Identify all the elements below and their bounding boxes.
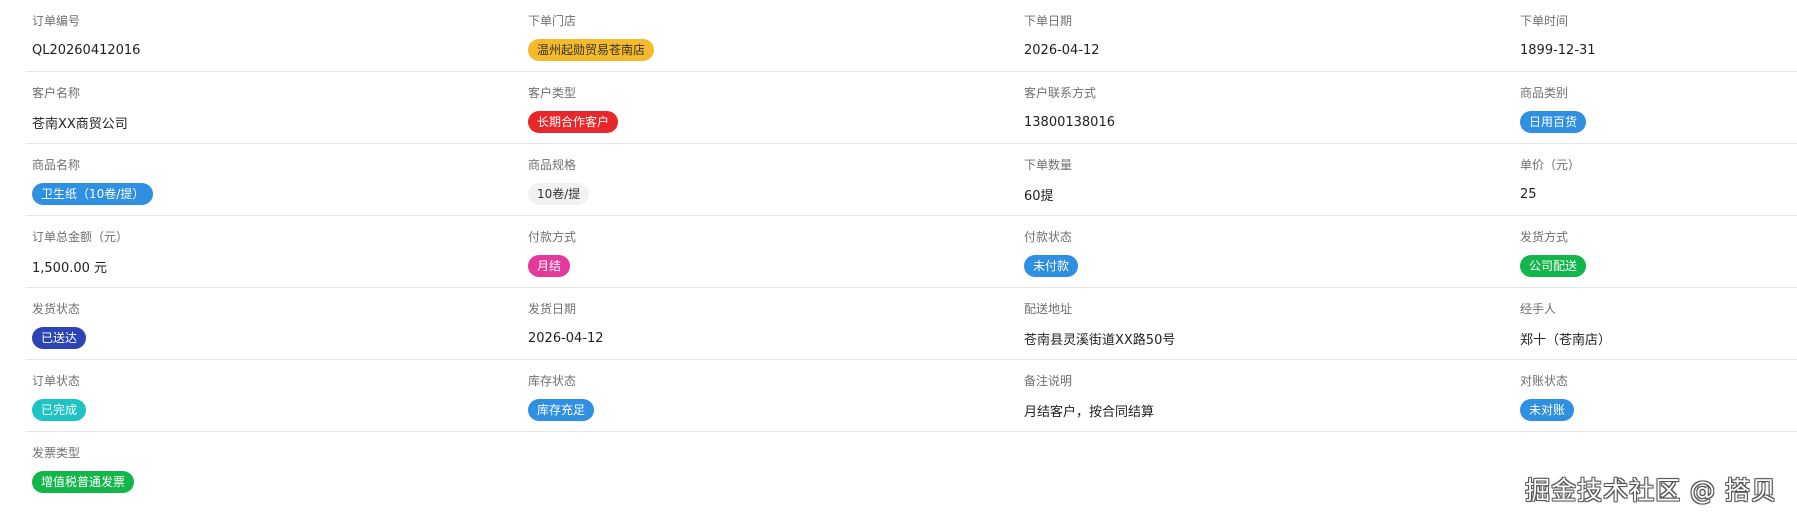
spec-tag: 10卷/提 — [528, 183, 590, 205]
field-value: 苍南县灵溪街道XX路50号 — [1024, 332, 1176, 348]
field-value: 月结客户，按合同结算 — [1024, 404, 1155, 420]
field-label: 商品规格 — [528, 158, 577, 172]
watermark: 掘金技术社区 @ 搭贝 — [1525, 476, 1777, 505]
field-label: 订单编号 — [32, 14, 81, 28]
field-label: 客户联系方式 — [1024, 86, 1097, 100]
field-product-spec: 商品规格 10卷/提 — [522, 144, 1018, 215]
field-stock-status: 库存状态 库存充足 — [522, 360, 1018, 431]
field-handler: 经手人 郑十（苍南店） — [1514, 288, 1797, 359]
field-invoice-type: 发票类型 增值税普通发票 — [26, 432, 309, 504]
field-order-quantity: 下单数量 60提 — [1018, 144, 1514, 215]
field-label: 商品名称 — [32, 158, 81, 172]
field-customer-name: 客户名称 苍南XX商贸公司 — [26, 72, 522, 143]
field-label: 客户类型 — [528, 86, 577, 100]
field-remarks: 备注说明 月结客户，按合同结算 — [1018, 360, 1514, 431]
field-label: 付款状态 — [1024, 230, 1073, 244]
detail-row: 发货状态 已送达 发货日期 2026-04-12 配送地址 苍南县灵溪街道XX路… — [26, 288, 1797, 360]
field-label: 付款方式 — [528, 230, 577, 244]
order-detail-grid: 订单编号 QL20260412016 下单门店 温州起勋贸易苍南店 下单日期 2… — [26, 0, 1797, 504]
field-customer-type: 客户类型 长期合作客户 — [522, 72, 1018, 143]
detail-row: 订单总金额（元） 1,500.00 元 付款方式 月结 付款状态 未付款 发货方… — [26, 216, 1797, 288]
detail-row: 商品名称 卫生纸（10卷/提） 商品规格 10卷/提 下单数量 60提 单价（元… — [26, 144, 1797, 216]
payment-status-tag: 未付款 — [1024, 255, 1079, 277]
stock-status-tag: 库存充足 — [528, 399, 595, 421]
field-label: 单价（元） — [1520, 158, 1581, 172]
field-value: 1,500.00 元 — [32, 260, 108, 276]
field-order-time: 下单时间 1899-12-31 — [1514, 0, 1797, 71]
field-label: 下单门店 — [528, 14, 577, 28]
field-order-number: 订单编号 QL20260412016 — [26, 0, 522, 71]
detail-row: 订单状态 已完成 库存状态 库存充足 备注说明 月结客户，按合同结算 对账状态 … — [26, 360, 1797, 432]
field-label: 经手人 — [1520, 302, 1557, 316]
field-label: 订单总金额（元） — [32, 230, 129, 244]
field-label: 发货日期 — [528, 302, 577, 316]
field-label: 下单数量 — [1024, 158, 1073, 172]
field-value: 郑十（苍南店） — [1520, 332, 1612, 348]
field-label: 下单日期 — [1024, 14, 1073, 28]
field-reconciliation-status: 对账状态 未对账 — [1514, 360, 1797, 431]
reconciliation-status-tag: 未对账 — [1520, 399, 1575, 421]
field-value: 25 — [1520, 186, 1537, 202]
field-order-status: 订单状态 已完成 — [26, 360, 522, 431]
field-label: 客户名称 — [32, 86, 81, 100]
field-payment-method: 付款方式 月结 — [522, 216, 1018, 287]
field-value: 13800138016 — [1024, 114, 1115, 130]
field-unit-price: 单价（元） 25 — [1514, 144, 1797, 215]
shipping-method-tag: 公司配送 — [1520, 255, 1587, 277]
shipping-status-tag: 已送达 — [32, 327, 87, 349]
field-label: 对账状态 — [1520, 374, 1569, 388]
field-value: 2026-04-12 — [1024, 42, 1100, 58]
field-value: 60提 — [1024, 188, 1054, 204]
field-label: 商品类别 — [1520, 86, 1569, 100]
field-customer-contact: 客户联系方式 13800138016 — [1018, 72, 1514, 143]
field-label: 发票类型 — [32, 446, 81, 460]
field-label: 下单时间 — [1520, 14, 1569, 28]
field-total-amount: 订单总金额（元） 1,500.00 元 — [26, 216, 522, 287]
field-label: 备注说明 — [1024, 374, 1073, 388]
payment-method-tag: 月结 — [528, 255, 571, 277]
field-value: 1899-12-31 — [1520, 42, 1596, 58]
field-value: 苍南XX商贸公司 — [32, 116, 128, 132]
field-label: 配送地址 — [1024, 302, 1073, 316]
field-order-date: 下单日期 2026-04-12 — [1018, 0, 1514, 71]
field-value: 2026-04-12 — [528, 330, 604, 346]
field-label: 发货方式 — [1520, 230, 1569, 244]
field-value: QL20260412016 — [32, 42, 141, 58]
customer-type-tag: 长期合作客户 — [528, 111, 619, 133]
field-order-store: 下单门店 温州起勋贸易苍南店 — [522, 0, 1018, 71]
field-payment-status: 付款状态 未付款 — [1018, 216, 1514, 287]
field-shipping-date: 发货日期 2026-04-12 — [522, 288, 1018, 359]
order-status-tag: 已完成 — [32, 399, 87, 421]
field-label: 库存状态 — [528, 374, 577, 388]
field-label: 发货状态 — [32, 302, 81, 316]
invoice-type-tag: 增值税普通发票 — [32, 471, 135, 493]
field-shipping-method: 发货方式 公司配送 — [1514, 216, 1797, 287]
detail-row: 订单编号 QL20260412016 下单门店 温州起勋贸易苍南店 下单日期 2… — [26, 0, 1797, 72]
field-product-category: 商品类别 日用百货 — [1514, 72, 1797, 143]
field-delivery-address: 配送地址 苍南县灵溪街道XX路50号 — [1018, 288, 1514, 359]
detail-row: 客户名称 苍南XX商贸公司 客户类型 长期合作客户 客户联系方式 1380013… — [26, 72, 1797, 144]
category-tag: 日用百货 — [1520, 111, 1587, 133]
field-label: 订单状态 — [32, 374, 81, 388]
field-product-name: 商品名称 卫生纸（10卷/提） — [26, 144, 522, 215]
product-name-tag: 卫生纸（10卷/提） — [32, 183, 154, 205]
field-shipping-status: 发货状态 已送达 — [26, 288, 522, 359]
store-tag: 温州起勋贸易苍南店 — [528, 39, 655, 61]
